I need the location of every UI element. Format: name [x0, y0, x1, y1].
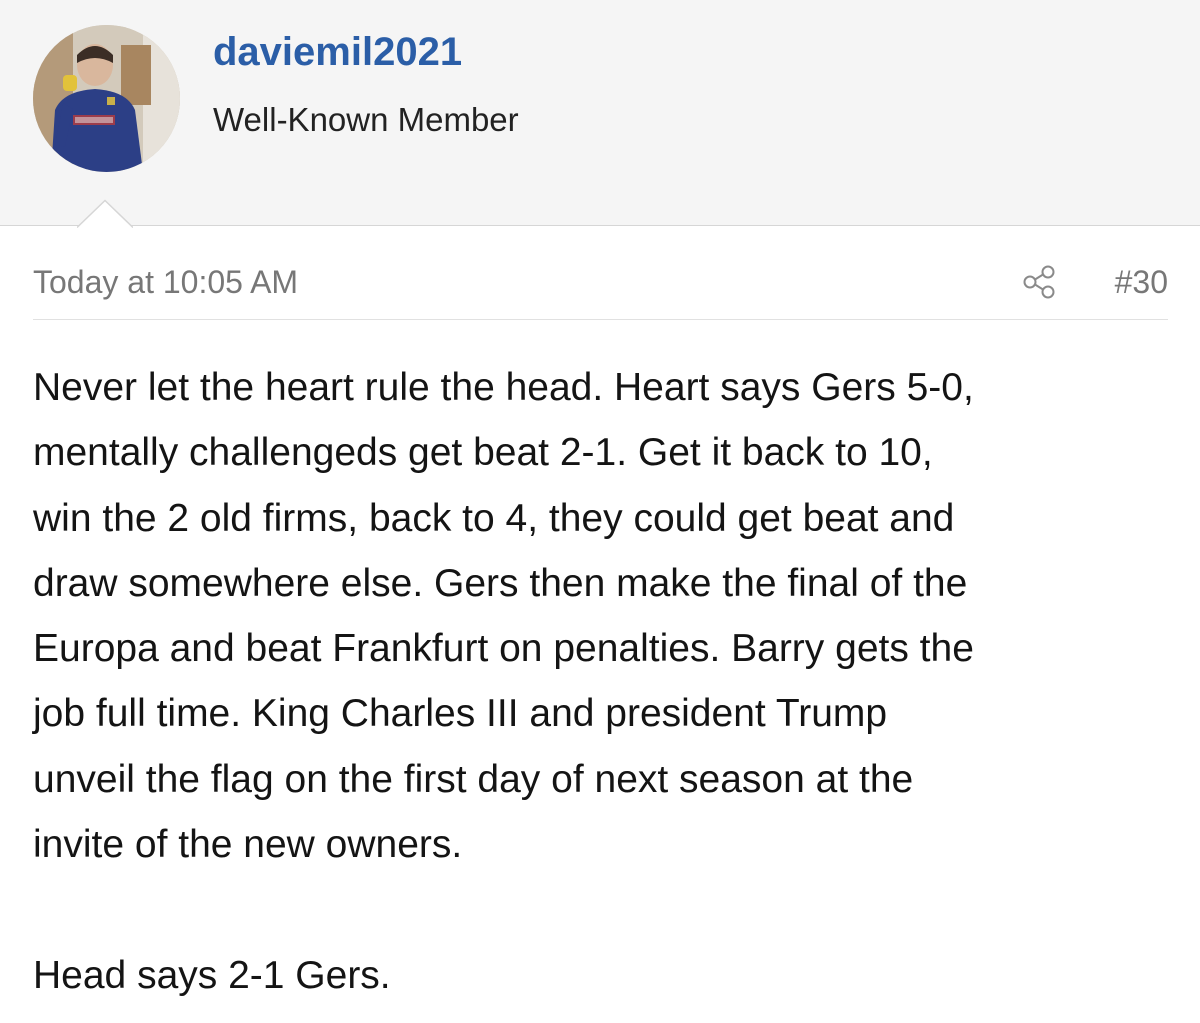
post-body-line: Never let the heart rule the head. Heart…	[33, 366, 974, 409]
avatar-photo	[33, 25, 180, 172]
post-timestamp[interactable]: Today at 10:05 AM	[33, 264, 298, 301]
post-body-spacer	[33, 877, 1173, 942]
post-number-link[interactable]: #30	[1115, 264, 1168, 301]
post-closing-line: Head says 2-1 Gers.	[33, 953, 391, 997]
post-body-line: draw somewhere else. Gers then make the …	[33, 561, 968, 605]
post-body-line: mentally challengeds get beat 2-1. Get i…	[33, 431, 933, 475]
post-body-line: Europa and beat Frankfurt on penalties. …	[33, 627, 974, 671]
share-icon[interactable]	[1021, 264, 1057, 300]
post-body-line: invite of the new owners.	[33, 823, 463, 867]
post-body-line: win the 2 old firms, back to 4, they cou…	[33, 496, 955, 540]
user-title: Well-Known Member	[213, 101, 519, 138]
user-header: daviemil2021 Well-Known Member	[0, 0, 1200, 226]
post-meta-row: Today at 10:05 AM #30	[33, 256, 1168, 320]
post-body-line: job full time. King Charles III and pres…	[33, 692, 888, 736]
post-body-line: unveil the flag on the first day of next…	[33, 757, 914, 801]
avatar[interactable]	[33, 25, 180, 172]
username-link[interactable]: daviemil2021	[213, 30, 462, 75]
post-body: Never let the heart rule the head. Heart…	[33, 355, 1173, 1008]
post-arrow-pointer	[77, 199, 133, 228]
